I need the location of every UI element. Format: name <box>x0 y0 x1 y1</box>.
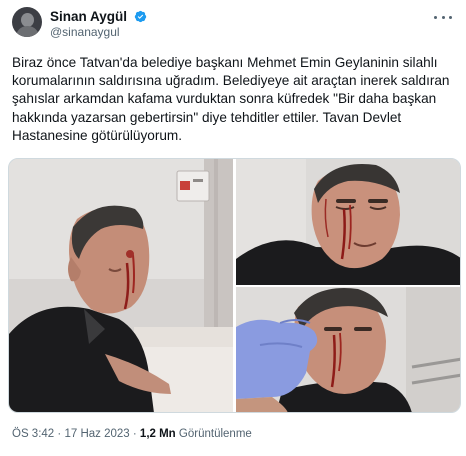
verified-badge-icon <box>135 11 147 23</box>
author-handle[interactable]: @sinanaygul <box>50 25 120 39</box>
photo-injured-man-gloved-hand <box>236 287 460 412</box>
media-grid <box>8 158 461 413</box>
views-label: Görüntülenme <box>178 428 252 440</box>
tweet-text: Biraz önce Tatvan'da belediye başkanı Me… <box>12 55 450 143</box>
photo-injured-man-hospital-bed <box>9 159 233 412</box>
tweet-time[interactable]: ÖS 3:42 <box>12 428 54 440</box>
tweet-photo-2[interactable] <box>236 159 460 285</box>
tweet-photo-1[interactable] <box>9 159 233 412</box>
photo-injured-man-closeup <box>236 159 460 285</box>
meta-separator-2: · <box>132 428 137 440</box>
author-name-row[interactable]: Sinan Aygül <box>50 8 147 26</box>
tweet-date[interactable]: 17 Haz 2023 <box>64 428 129 440</box>
author-display-name[interactable]: Sinan Aygül <box>50 9 127 24</box>
meta-separator: · <box>57 428 62 440</box>
tweet-photo-3[interactable] <box>236 287 460 412</box>
tweet-meta: ÖS 3:42 · 17 Haz 2023 · 1,2 Mn Görüntüle… <box>12 428 252 440</box>
tweet-header: Sinan Aygül @sinanaygul <box>12 7 454 43</box>
views-count: 1,2 Mn <box>139 428 176 440</box>
more-options-icon[interactable] <box>434 11 452 23</box>
avatar[interactable] <box>12 7 42 37</box>
